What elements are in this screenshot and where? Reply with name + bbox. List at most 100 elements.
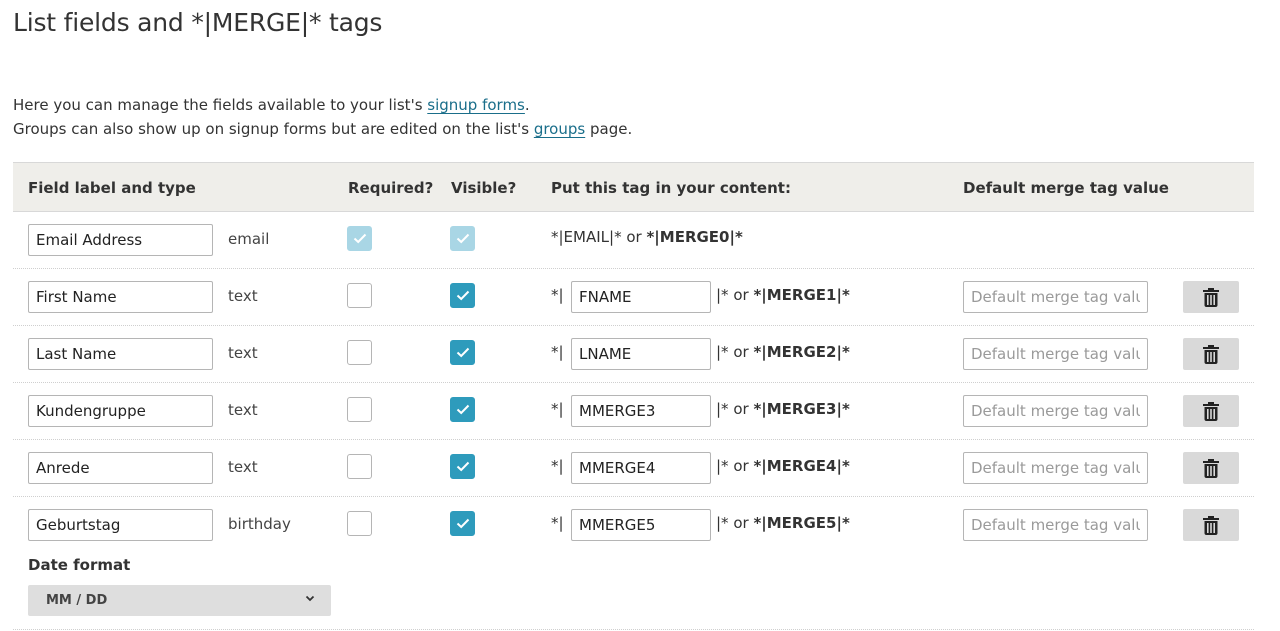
tag-suffix: |* or *|MERGE2|* xyxy=(716,343,850,361)
required-checkbox[interactable] xyxy=(347,340,372,365)
required-checkbox[interactable] xyxy=(347,511,372,536)
default-value-input[interactable] xyxy=(963,395,1148,427)
tag-suffix: |* or *|MERGE4|* xyxy=(716,457,850,475)
visible-checkbox xyxy=(450,226,475,251)
field-row: text *| |* or *|MERGE2|* xyxy=(13,326,1254,383)
tag-suffix-text: |* or xyxy=(716,400,754,418)
field-label-input[interactable] xyxy=(28,281,213,313)
intro-line-2: Groups can also show up on signup forms … xyxy=(13,117,632,141)
trash-icon xyxy=(1203,345,1219,364)
tag-prefix: *| xyxy=(551,343,564,361)
visible-checkbox[interactable] xyxy=(450,454,475,479)
visible-checkbox[interactable] xyxy=(450,511,475,536)
header-default-value: Default merge tag value xyxy=(963,179,1169,197)
default-value-input[interactable] xyxy=(963,509,1148,541)
date-format-label: Date format xyxy=(28,556,131,574)
intro-line-2-text: Groups can also show up on signup forms … xyxy=(13,120,534,138)
delete-field-button[interactable] xyxy=(1183,452,1239,484)
field-type: text xyxy=(228,458,258,476)
merge-tag-input[interactable] xyxy=(571,509,711,541)
field-type: text xyxy=(228,344,258,362)
tag-prefix: *| xyxy=(551,286,564,304)
email-tag-text: *|EMAIL|* or xyxy=(551,228,647,246)
tag-suffix-text: |* or xyxy=(716,286,754,304)
default-value-input[interactable] xyxy=(963,452,1148,484)
merge-number: *|MERGE1|* xyxy=(753,286,850,304)
intro-line-2-end: page. xyxy=(585,120,633,138)
page-title: List fields and *|MERGE|* tags xyxy=(13,8,383,37)
header-visible: Visible? xyxy=(451,179,517,197)
check-icon xyxy=(456,347,470,358)
check-icon xyxy=(456,518,470,529)
field-label-input[interactable] xyxy=(28,452,213,484)
visible-checkbox[interactable] xyxy=(450,283,475,308)
tag-prefix: *| xyxy=(551,457,564,475)
check-icon xyxy=(353,233,367,244)
trash-icon xyxy=(1203,516,1219,535)
merge-number: *|MERGE3|* xyxy=(753,400,850,418)
check-icon xyxy=(456,233,470,244)
delete-field-button[interactable] xyxy=(1183,509,1239,541)
signup-forms-link[interactable]: signup forms xyxy=(427,96,525,114)
intro-text: Here you can manage the fields available… xyxy=(13,93,632,141)
visible-checkbox[interactable] xyxy=(450,340,475,365)
date-format-select[interactable]: MM / DD xyxy=(28,585,331,616)
tag-suffix-text: |* or xyxy=(716,457,754,475)
header-tag: Put this tag in your content: xyxy=(551,179,791,197)
merge-tag-input[interactable] xyxy=(571,281,711,313)
tag-suffix-text: |* or xyxy=(716,343,754,361)
groups-link[interactable]: groups xyxy=(534,120,585,138)
delete-field-button[interactable] xyxy=(1183,338,1239,370)
field-type: birthday xyxy=(228,515,291,533)
email-merge-bold: *|MERGE0|* xyxy=(646,228,743,246)
tag-suffix: |* or *|MERGE1|* xyxy=(716,286,850,304)
date-format-value: MM / DD xyxy=(46,593,108,608)
merge-number: *|MERGE4|* xyxy=(753,457,850,475)
field-type: text xyxy=(228,287,258,305)
tag-prefix: *| xyxy=(551,514,564,532)
field-label-input[interactable] xyxy=(28,509,213,541)
field-row: text *| |* or *|MERGE3|* xyxy=(13,383,1254,440)
check-icon xyxy=(456,290,470,301)
delete-field-button[interactable] xyxy=(1183,395,1239,427)
field-label-input[interactable] xyxy=(28,338,213,370)
required-checkbox xyxy=(347,226,372,251)
delete-field-button[interactable] xyxy=(1183,281,1239,313)
merge-tag-input[interactable] xyxy=(571,452,711,484)
check-icon xyxy=(456,404,470,415)
intro-line-1-text: Here you can manage the fields available… xyxy=(13,96,428,114)
field-row: birthday *| |* or *|MERGE5|* Date format… xyxy=(13,497,1254,630)
trash-icon xyxy=(1203,402,1219,421)
field-type: email xyxy=(228,230,270,248)
check-icon xyxy=(456,461,470,472)
tag-suffix: |* or *|MERGE5|* xyxy=(716,514,850,532)
fields-table: Field label and type Required? Visible? … xyxy=(13,162,1254,630)
merge-tag-input[interactable] xyxy=(571,338,711,370)
header-required: Required? xyxy=(348,179,434,197)
field-label-input[interactable] xyxy=(28,224,213,256)
intro-line-1: Here you can manage the fields available… xyxy=(13,93,632,117)
field-row: text *| |* or *|MERGE1|* xyxy=(13,269,1254,326)
default-value-input[interactable] xyxy=(963,281,1148,313)
required-checkbox[interactable] xyxy=(347,397,372,422)
tag-suffix: |* or *|MERGE3|* xyxy=(716,400,850,418)
required-checkbox[interactable] xyxy=(347,454,372,479)
tag-prefix: *| xyxy=(551,400,564,418)
email-merge-tag: *|EMAIL|* or *|MERGE0|* xyxy=(551,228,743,246)
visible-checkbox[interactable] xyxy=(450,397,475,422)
header-field-label: Field label and type xyxy=(28,179,196,197)
trash-icon xyxy=(1203,288,1219,307)
chevron-down-icon xyxy=(305,595,315,602)
merge-tag-input[interactable] xyxy=(571,395,711,427)
trash-icon xyxy=(1203,459,1219,478)
merge-number: *|MERGE2|* xyxy=(753,343,850,361)
field-type: text xyxy=(228,401,258,419)
default-value-input[interactable] xyxy=(963,338,1148,370)
required-checkbox[interactable] xyxy=(347,283,372,308)
merge-number: *|MERGE5|* xyxy=(753,514,850,532)
field-label-input[interactable] xyxy=(28,395,213,427)
field-row: text *| |* or *|MERGE4|* xyxy=(13,440,1254,497)
field-row-email: email *|EMAIL|* or *|MERGE0|* xyxy=(13,212,1254,269)
intro-line-1-end: . xyxy=(524,96,530,114)
table-header: Field label and type Required? Visible? … xyxy=(13,162,1254,212)
